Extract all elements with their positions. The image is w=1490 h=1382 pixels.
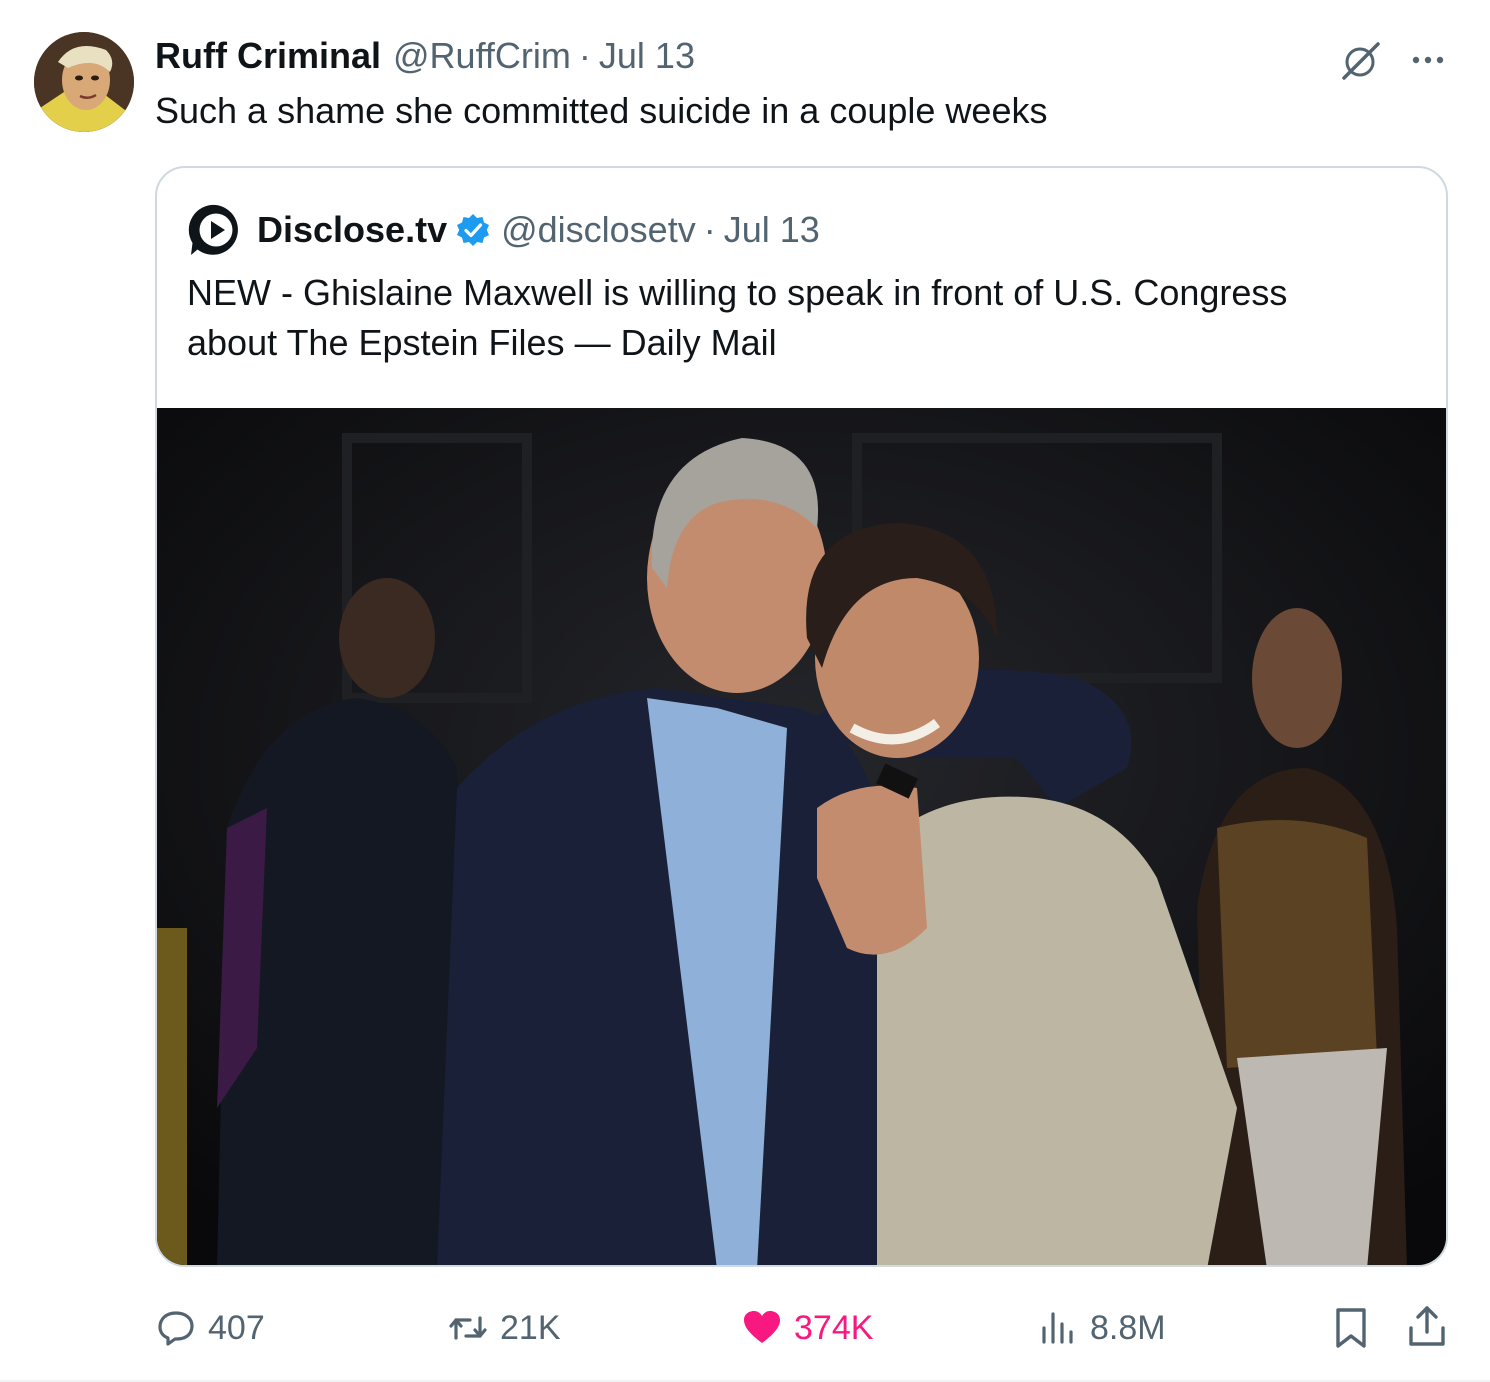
- tweet-actions: 407 21K 374K 8.8M: [0, 1300, 1490, 1356]
- tweet-text: Such a shame she committed suicide in a …: [155, 90, 1048, 131]
- quoted-text-line-2: about The Epstein Files — Daily Mail: [187, 322, 777, 363]
- bookmark-icon[interactable]: [1330, 1306, 1372, 1350]
- share-icon[interactable]: [1406, 1304, 1448, 1350]
- more-options-icon[interactable]: [1406, 38, 1450, 82]
- tweet-date[interactable]: Jul 13: [599, 35, 695, 77]
- photo-scene: [157, 408, 1446, 1265]
- quoted-author-name[interactable]: Disclose.tv: [257, 209, 447, 251]
- repost-count: 21K: [500, 1308, 561, 1347]
- verified-badge-icon[interactable]: [455, 212, 491, 248]
- author-avatar[interactable]: [34, 32, 134, 132]
- separator-dot: ·: [578, 35, 591, 76]
- disclose-logo-icon[interactable]: [187, 201, 245, 259]
- repost-icon: [449, 1316, 487, 1340]
- quoted-tweet-header: Disclose.tv @disclosetv · Jul 13: [187, 204, 820, 255]
- grok-icon[interactable]: [1338, 38, 1384, 84]
- quoted-tweet-date[interactable]: Jul 13: [724, 209, 820, 251]
- views-chart-icon: [1042, 1312, 1073, 1344]
- like-count: 374K: [794, 1308, 874, 1347]
- quoted-tweet[interactable]: Disclose.tv @disclosetv · Jul 13 NEW - G…: [155, 166, 1448, 1267]
- heart-filled-icon: [744, 1311, 780, 1343]
- reply-button[interactable]: 407: [156, 1300, 265, 1356]
- like-button[interactable]: 374K: [742, 1300, 873, 1356]
- views-button[interactable]: 8.8M: [1038, 1300, 1166, 1356]
- repost-button[interactable]: 21K: [448, 1300, 561, 1356]
- reply-icon: [158, 1311, 194, 1346]
- quoted-separator-dot: ·: [703, 209, 716, 250]
- quoted-tweet-photo[interactable]: [157, 408, 1446, 1265]
- quoted-text-line-1: NEW - Ghislaine Maxwell is willing to sp…: [187, 272, 1288, 313]
- views-count: 8.8M: [1090, 1308, 1166, 1347]
- tweet-header: Ruff Criminal @RuffCrim · Jul 13: [155, 34, 695, 78]
- author-handle[interactable]: @RuffCrim: [393, 35, 571, 77]
- quoted-tweet-text: NEW - Ghislaine Maxwell is willing to sp…: [187, 268, 1417, 368]
- avatar-photo: [34, 32, 134, 132]
- quoted-author-handle[interactable]: @disclosetv: [501, 209, 696, 251]
- reply-count: 407: [208, 1308, 265, 1347]
- author-name[interactable]: Ruff Criminal: [155, 35, 381, 77]
